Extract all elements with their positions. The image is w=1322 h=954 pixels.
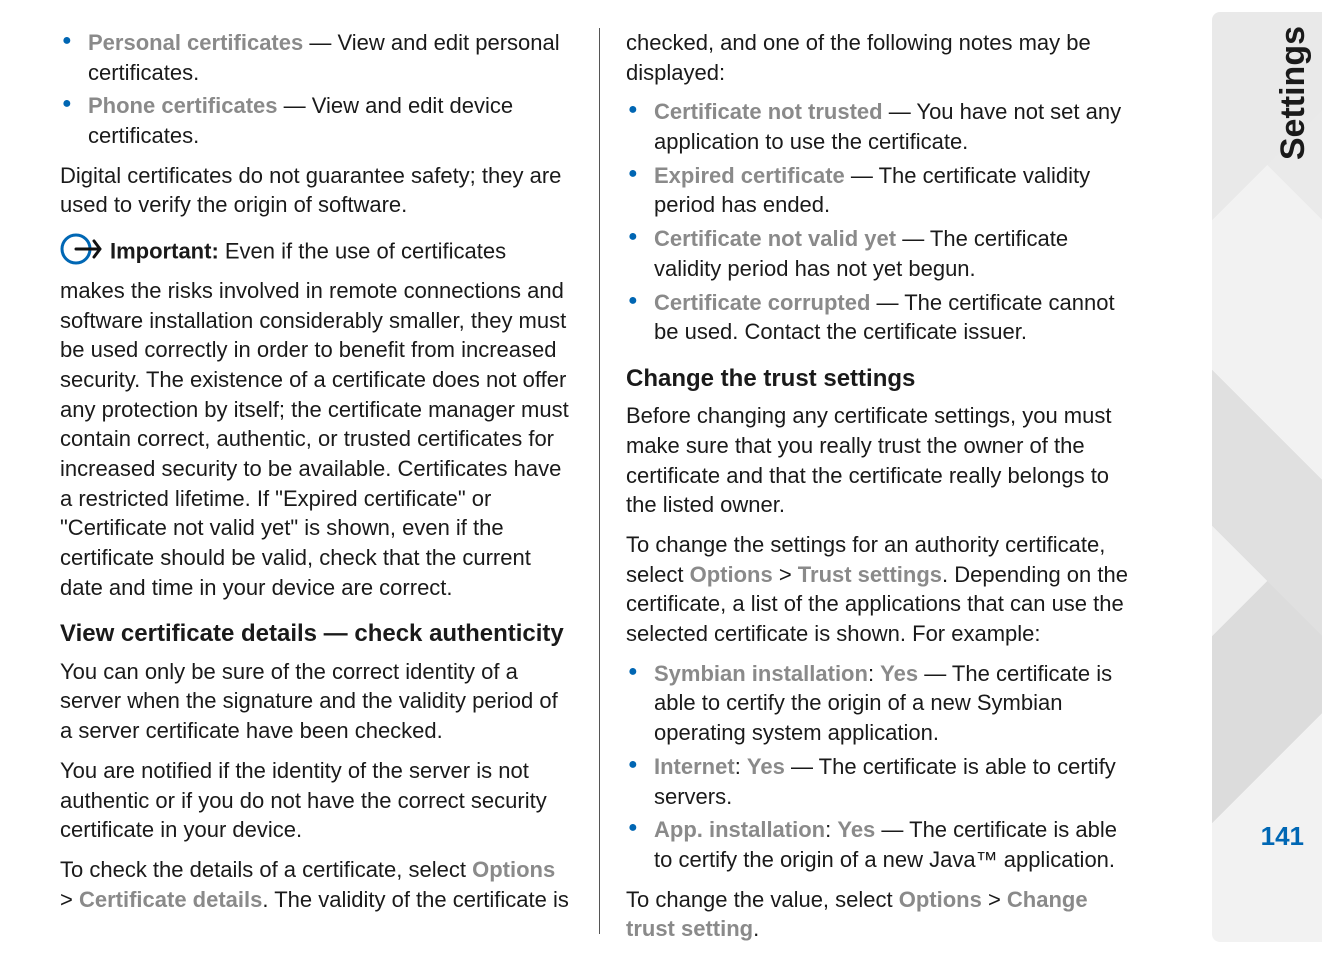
value-yes: Yes (837, 817, 875, 842)
paragraph: checked, and one of the following notes … (626, 28, 1140, 87)
menu-certificate-details: Certificate details (79, 887, 262, 912)
value-yes: Yes (747, 754, 785, 779)
text-frag: To check the details of a certificate, s… (60, 857, 472, 882)
list-item: Phone certificates — View and edit devic… (60, 91, 573, 150)
separator-gt: > (60, 887, 79, 912)
paragraph: Digital certificates do not guarantee sa… (60, 161, 573, 220)
menu-options: Options (899, 887, 982, 912)
paragraph-change-value: To change the value, select Options > Ch… (626, 885, 1140, 944)
important-text: Even if the use of certificates makes th… (60, 239, 569, 600)
paragraph: Before changing any certificate settings… (626, 401, 1140, 520)
example-list: Symbian installation: Yes — The certific… (626, 659, 1140, 875)
list-item: Certificate corrupted — The certificate … (626, 288, 1140, 347)
paragraph: You can only be sure of the correct iden… (60, 657, 573, 746)
term-phone-certificates: Phone certificates (88, 93, 278, 118)
term-not-trusted: Certificate not trusted (654, 99, 883, 124)
subheading-view-details: View certificate details — check authent… (60, 618, 573, 650)
term-corrupted: Certificate corrupted (654, 290, 870, 315)
column-right: checked, and one of the following notes … (600, 28, 1140, 934)
important-label: Important: (110, 239, 219, 264)
term-personal-certificates: Personal certificates (88, 30, 303, 55)
menu-trust-settings: Trust settings (798, 562, 942, 587)
side-rail: Settings 141 (1212, 12, 1322, 942)
section-title: Settings (1274, 26, 1313, 160)
value-yes: Yes (880, 661, 918, 686)
subheading-change-trust: Change the trust settings (626, 363, 1140, 395)
content-area: Personal certificates — View and edit pe… (0, 0, 1200, 954)
list-item: Expired certificate — The certificate va… (626, 161, 1140, 220)
list-item: Personal certificates — View and edit pe… (60, 28, 573, 87)
term-internet: Internet (654, 754, 735, 779)
important-note: Important: Even if the use of certificat… (60, 230, 573, 602)
important-icon (60, 230, 106, 276)
page-number: 141 (1261, 821, 1304, 852)
cert-type-list: Personal certificates — View and edit pe… (60, 28, 573, 151)
term-symbian-install: Symbian installation (654, 661, 868, 686)
separator-gt: > (773, 562, 798, 587)
paragraph-check-details: To check the details of a certificate, s… (60, 855, 573, 914)
text-frag: . The validity of the certificate is (262, 887, 569, 912)
list-item: Symbian installation: Yes — The certific… (626, 659, 1140, 748)
paragraph-trust-settings: To change the settings for an authority … (626, 530, 1140, 649)
menu-options: Options (690, 562, 773, 587)
note-list: Certificate not trusted — You have not s… (626, 97, 1140, 347)
column-left: Personal certificates — View and edit pe… (60, 28, 600, 934)
term-expired: Expired certificate (654, 163, 845, 188)
list-item: Certificate not trusted — You have not s… (626, 97, 1140, 156)
paragraph: You are notified if the identity of the … (60, 756, 573, 845)
term-not-valid-yet: Certificate not valid yet (654, 226, 896, 251)
list-item: Internet: Yes — The certificate is able … (626, 752, 1140, 811)
list-item: App. installation: Yes — The certificate… (626, 815, 1140, 874)
separator-gt: > (982, 887, 1007, 912)
term-app-install: App. installation (654, 817, 825, 842)
text-frag: . (753, 916, 759, 941)
page-body: Personal certificates — View and edit pe… (0, 0, 1322, 954)
text-frag: To change the value, select (626, 887, 899, 912)
list-item: Certificate not valid yet — The certific… (626, 224, 1140, 283)
menu-options: Options (472, 857, 555, 882)
